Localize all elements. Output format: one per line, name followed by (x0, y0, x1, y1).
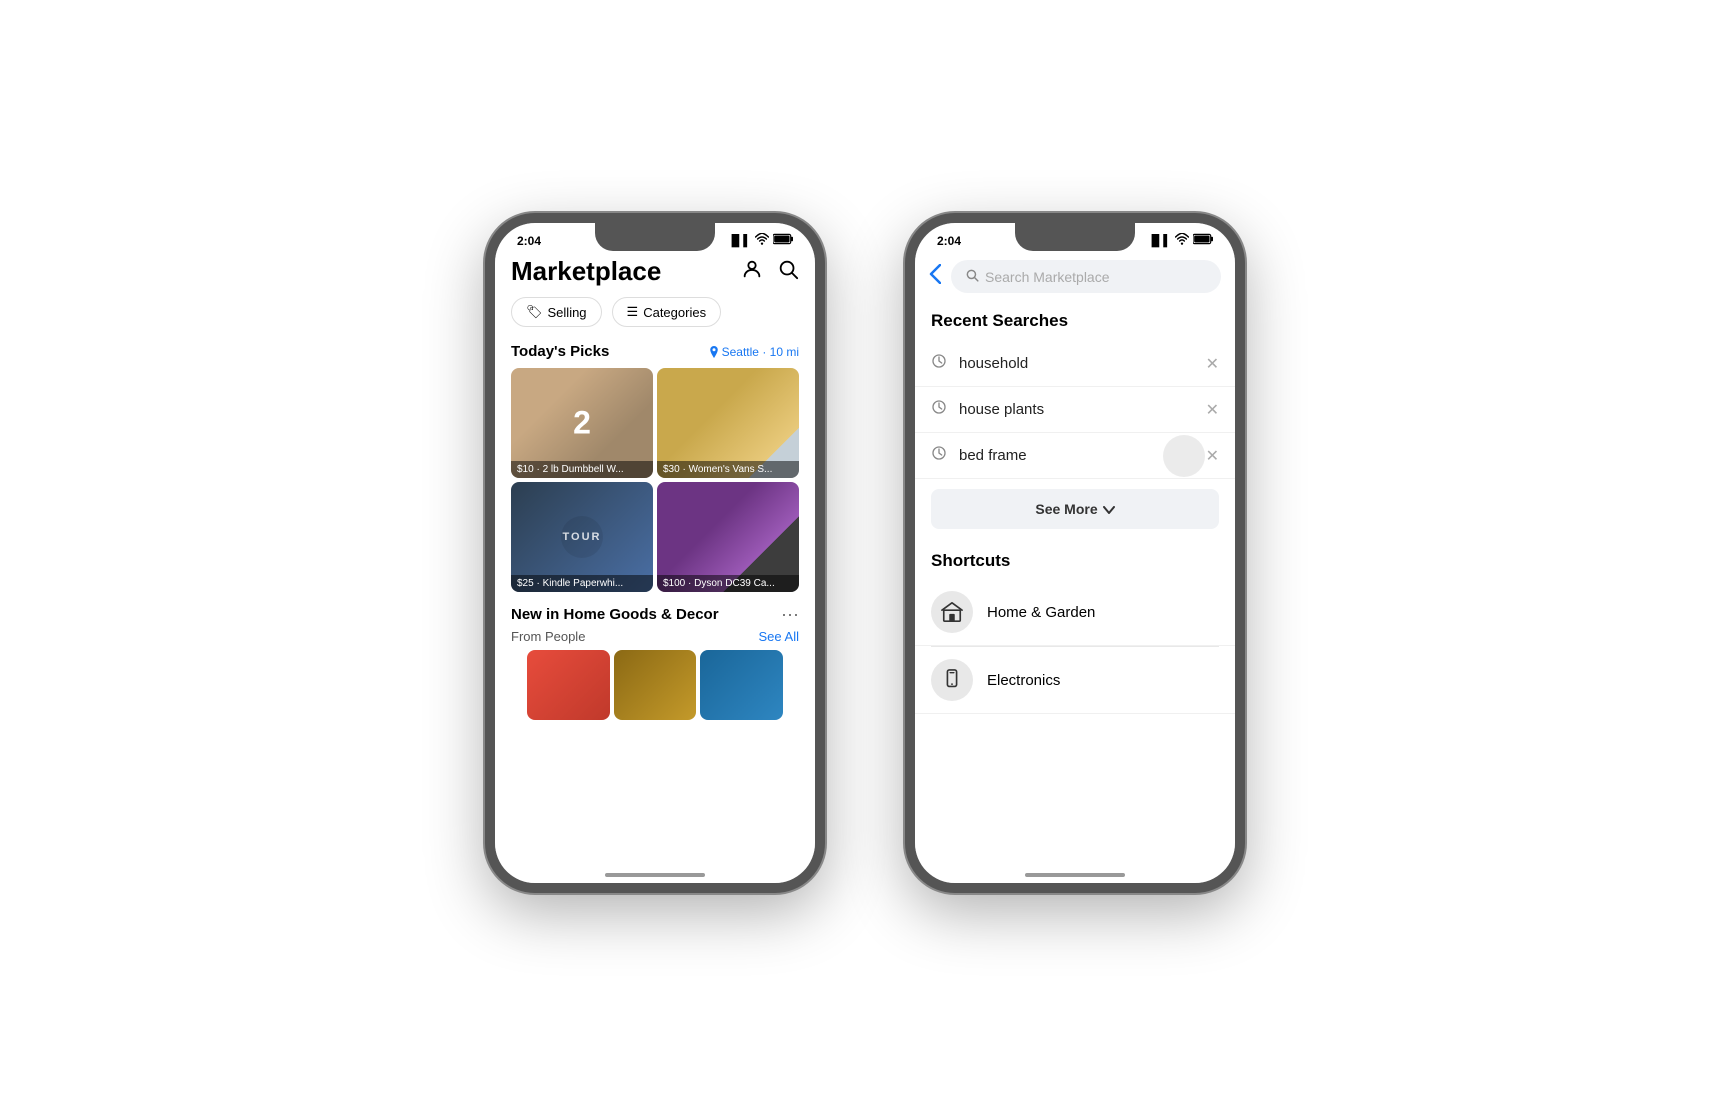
card-label-0: $10 · 2 lb Dumbbell W... (511, 461, 653, 478)
categories-label: Categories (643, 305, 706, 320)
recent-searches-title: Recent Searches (915, 303, 1235, 341)
product-card-3[interactable]: $100 · Dyson DC39 Ca... (657, 482, 799, 592)
card-label-1: $30 · Women's Vans S... (657, 461, 799, 478)
search-screen: 2:04 ▐▌▌ Search Marketplace (915, 223, 1235, 883)
clock-icon-1 (931, 399, 947, 420)
marketplace-title: Marketplace (511, 256, 661, 287)
marketplace-header: Marketplace (495, 252, 815, 297)
marketplace-tabs: 🏷 Selling ☰ Categories (495, 297, 815, 339)
bottom-card-1[interactable] (614, 650, 697, 720)
recent-text-2: bed frame (959, 447, 1194, 464)
clock-icon-2 (931, 445, 947, 466)
shortcut-item-1[interactable]: Electronics (915, 647, 1235, 714)
close-icon-0[interactable]: ✕ (1206, 354, 1219, 374)
status-icons-2: ▐▌▌ (1148, 233, 1213, 248)
clock-icon-0 (931, 353, 947, 374)
selling-tab[interactable]: 🏷 Selling (511, 297, 602, 327)
electronics-icon (931, 659, 973, 701)
battery-icon-1 (773, 233, 793, 248)
bottom-card-0[interactable] (527, 650, 610, 720)
more-icon[interactable]: ··· (781, 604, 799, 625)
status-time-1: 2:04 (517, 234, 541, 248)
recent-item-1[interactable]: house plants ✕ (915, 387, 1235, 433)
chevron-down-icon (1103, 501, 1115, 517)
selling-label: Selling (548, 305, 587, 320)
signal-icon-2: ▐▌▌ (1148, 235, 1171, 247)
search-bar[interactable]: Search Marketplace (951, 260, 1221, 293)
product-card-1[interactable]: $30 · Women's Vans S... (657, 368, 799, 478)
marketplace-screen: 2:04 ▐▌▌ Marketplace (495, 223, 815, 883)
wifi-icon-2 (1175, 233, 1189, 248)
status-bar-2: 2:04 ▐▌▌ (915, 223, 1235, 252)
wifi-icon-1 (755, 233, 769, 248)
product-grid: $10 · 2 lb Dumbbell W... $30 · Women's V… (495, 368, 815, 592)
categories-tab[interactable]: ☰ Categories (612, 297, 722, 327)
see-more-button[interactable]: See More (931, 489, 1219, 529)
home-indicator (605, 873, 705, 877)
new-section: New in Home Goods & Decor ··· From Peopl… (495, 596, 815, 726)
home-garden-icon (931, 591, 973, 633)
from-people-row: From People See All (511, 629, 799, 644)
new-section-title: New in Home Goods & Decor (511, 606, 719, 623)
close-icon-1[interactable]: ✕ (1206, 400, 1219, 420)
back-button[interactable] (929, 264, 941, 290)
location-text: Seattle · 10 mi (722, 345, 799, 359)
shortcut-label-1: Electronics (987, 672, 1060, 689)
search-icon[interactable] (777, 258, 799, 286)
search-icon-small (965, 268, 979, 285)
from-people-label: From People (511, 629, 585, 644)
see-more-label: See More (1035, 501, 1097, 517)
new-section-header: New in Home Goods & Decor ··· (511, 604, 799, 625)
shortcuts-section-title: Shortcuts (915, 539, 1235, 579)
section-header: Today's Picks Seattle · 10 mi (495, 339, 815, 368)
signal-icon-1: ▐▌▌ (728, 235, 751, 247)
shortcut-item-0[interactable]: Home & Garden (915, 579, 1235, 646)
list-icon: ☰ (627, 304, 639, 320)
recent-item-0[interactable]: household ✕ (915, 341, 1235, 387)
status-bar-1: 2:04 ▐▌▌ (495, 223, 815, 252)
bottom-card-2[interactable] (700, 650, 783, 720)
search-header: Search Marketplace (915, 252, 1235, 303)
location-label: Seattle · 10 mi (709, 345, 799, 359)
search-placeholder-text: Search Marketplace (985, 269, 1110, 285)
product-card-2[interactable]: $25 · Kindle Paperwhi... (511, 482, 653, 592)
home-indicator-2 (1025, 873, 1125, 877)
profile-icon[interactable] (741, 258, 763, 286)
card-label-2: $25 · Kindle Paperwhi... (511, 575, 653, 592)
shortcut-label-0: Home & Garden (987, 604, 1095, 621)
status-time-2: 2:04 (937, 234, 961, 248)
status-icons-1: ▐▌▌ (728, 233, 793, 248)
phone-2: 2:04 ▐▌▌ Search Marketplace (905, 213, 1245, 893)
product-card-0[interactable]: $10 · 2 lb Dumbbell W... (511, 368, 653, 478)
battery-icon-2 (1193, 233, 1213, 248)
section-title: Today's Picks (511, 343, 609, 360)
recent-item-2[interactable]: bed frame ✕ (915, 433, 1235, 479)
bottom-cards-row (511, 650, 799, 720)
tag-icon: 🏷 (526, 304, 543, 320)
see-all-link[interactable]: See All (759, 629, 799, 644)
recent-text-1: house plants (959, 401, 1194, 418)
recent-text-0: household (959, 355, 1194, 372)
phone-1: 2:04 ▐▌▌ Marketplace (485, 213, 825, 893)
close-icon-2[interactable]: ✕ (1206, 446, 1219, 466)
header-icons (741, 258, 799, 286)
card-label-3: $100 · Dyson DC39 Ca... (657, 575, 799, 592)
